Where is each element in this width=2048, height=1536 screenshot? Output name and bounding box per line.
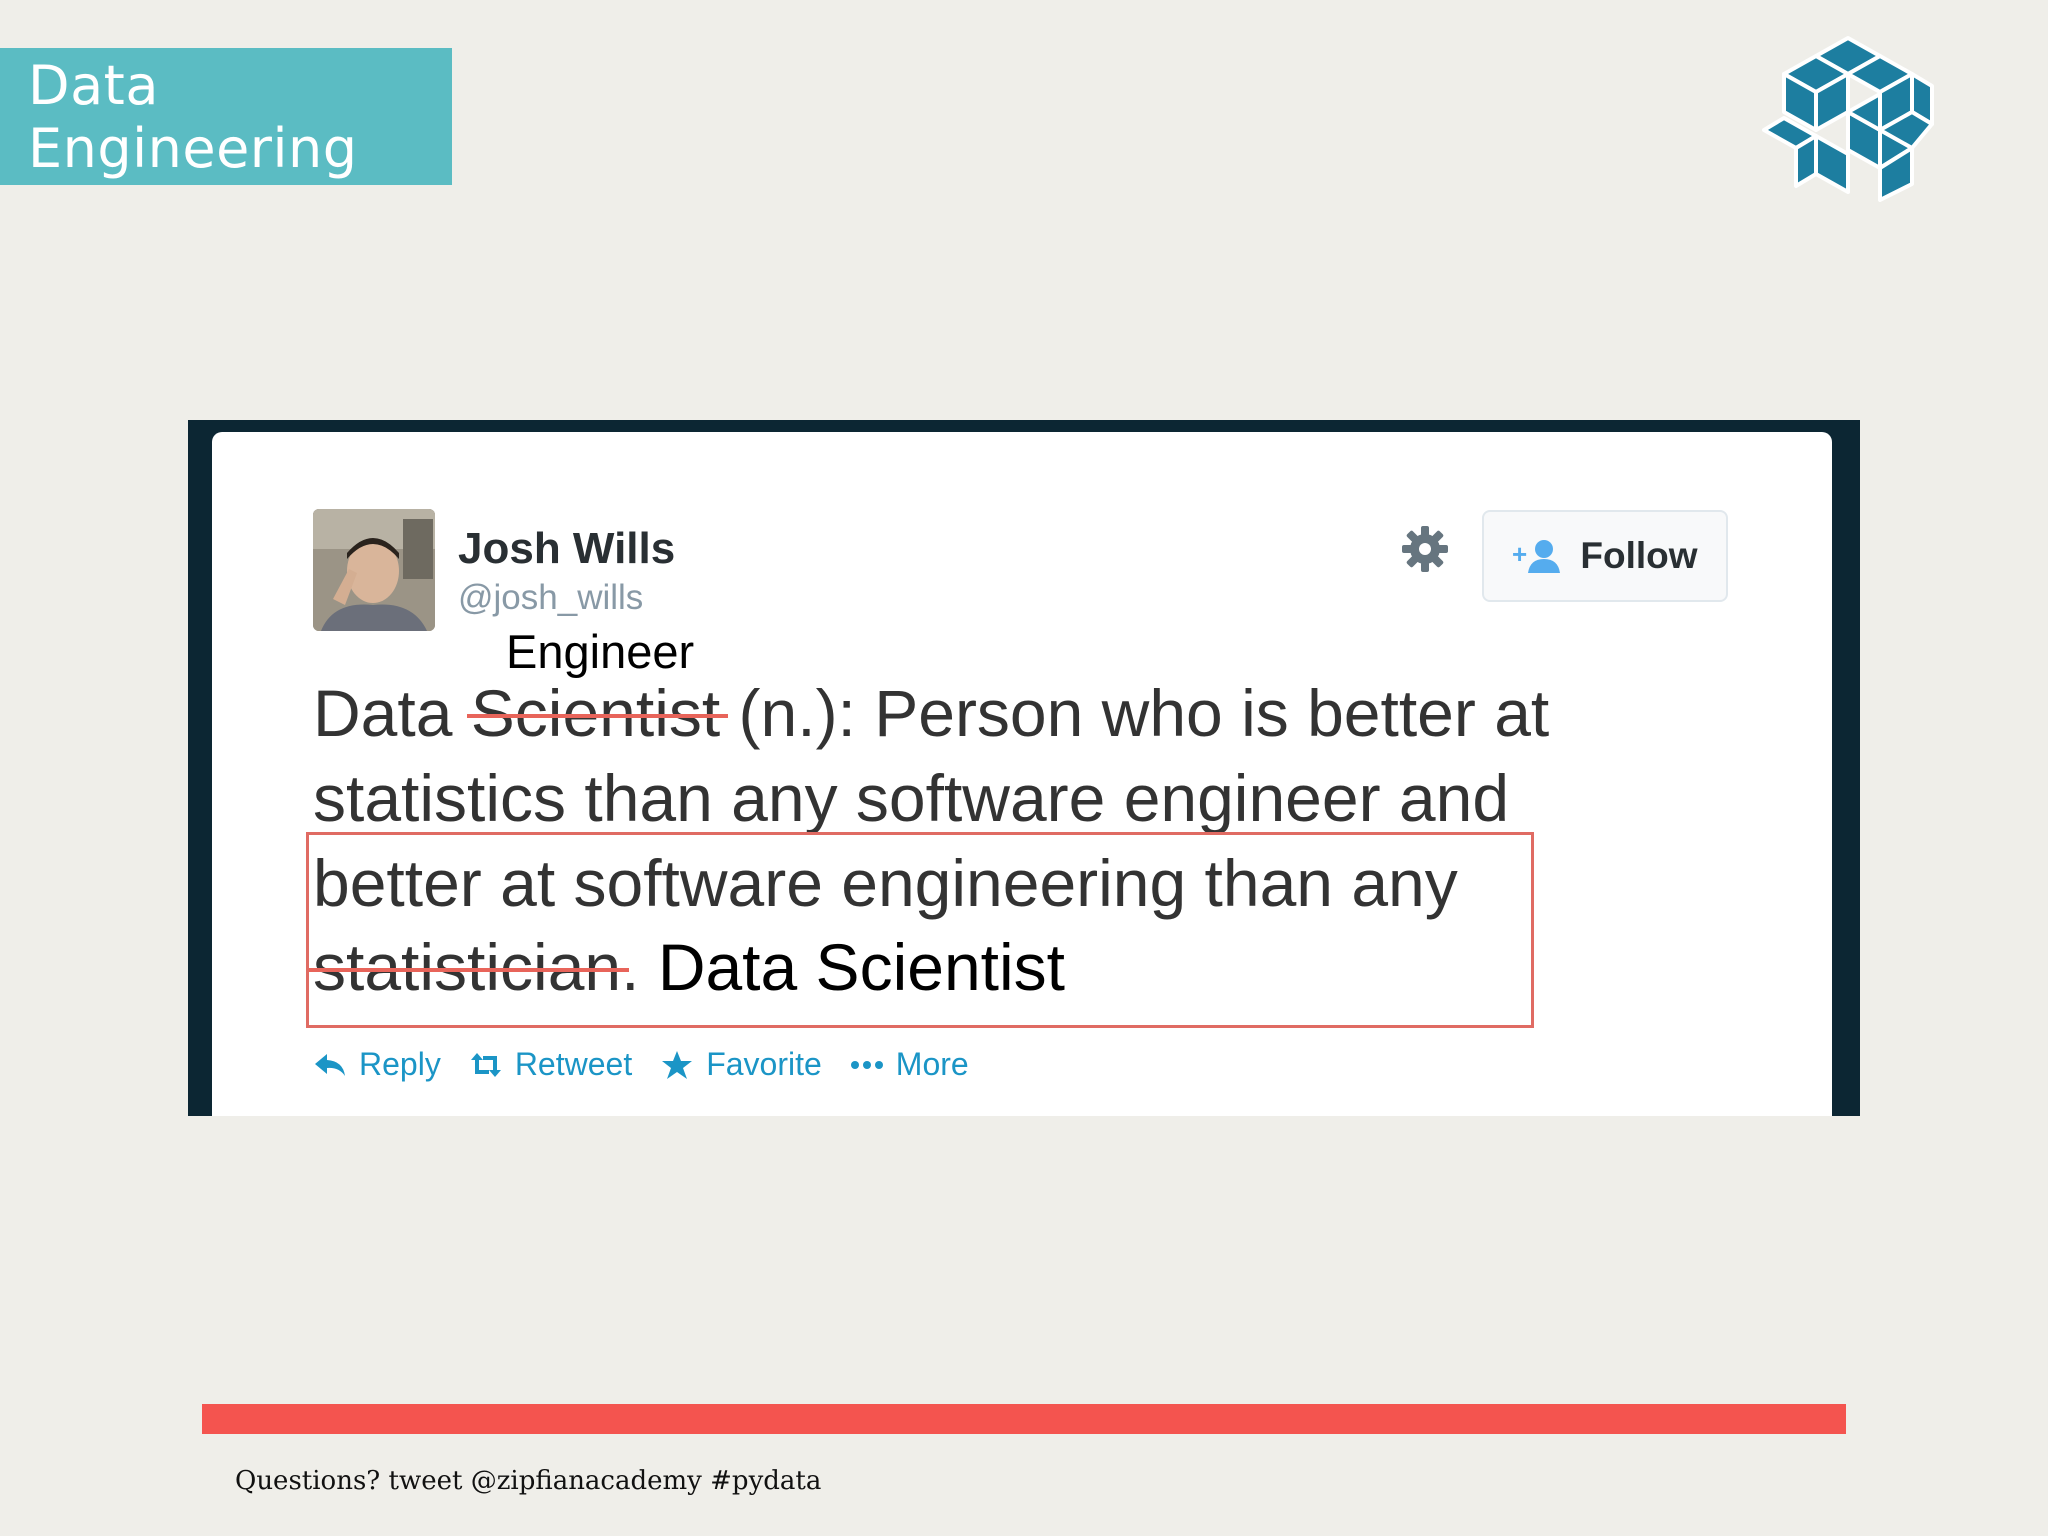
tweet-actions: Reply Retweet Favorite More	[313, 1046, 997, 1083]
retweet-label: Retweet	[514, 1046, 633, 1082]
more-action[interactable]: More	[850, 1046, 969, 1083]
author-handle[interactable]: @josh_wills	[458, 578, 643, 618]
gear-icon[interactable]	[1400, 524, 1450, 574]
tweet-word-data: Data	[313, 676, 453, 750]
annotation-engineer: Engineer	[506, 625, 695, 678]
retweet-icon	[470, 1052, 501, 1077]
avatar[interactable]	[313, 509, 435, 631]
author-name[interactable]: Josh Wills	[458, 524, 675, 574]
highlight-box	[306, 832, 1534, 1028]
retweet-action[interactable]: Retweet	[469, 1046, 632, 1083]
tweet-line-1: Data Scientist (n.): Person who is bette…	[313, 680, 1549, 746]
more-label: More	[895, 1046, 969, 1082]
add-user-icon: +	[1512, 539, 1561, 573]
reply-label: Reply	[359, 1046, 441, 1082]
slide-title: Data Engineering	[0, 48, 452, 185]
zipfian-logo	[1762, 36, 1934, 202]
tweet-line-1-rest: (n.): Person who is better at	[738, 676, 1550, 750]
accent-bar	[202, 1404, 1846, 1434]
reply-action[interactable]: Reply	[313, 1046, 441, 1083]
more-icon	[850, 1060, 883, 1069]
follow-button[interactable]: + Follow	[1482, 510, 1728, 602]
svg-text:+: +	[1512, 539, 1527, 569]
slide-footer: Questions? tweet @zipfianacademy #pydata	[235, 1466, 822, 1496]
favorite-label: Favorite	[706, 1046, 822, 1082]
struck-word-scientist: Scientist	[470, 676, 721, 750]
tweet-line-2: statistics than any software engineer an…	[313, 761, 1510, 835]
reply-icon	[315, 1053, 345, 1076]
star-icon	[662, 1050, 693, 1079]
favorite-action[interactable]: Favorite	[660, 1046, 822, 1083]
follow-label: Follow	[1580, 535, 1698, 576]
